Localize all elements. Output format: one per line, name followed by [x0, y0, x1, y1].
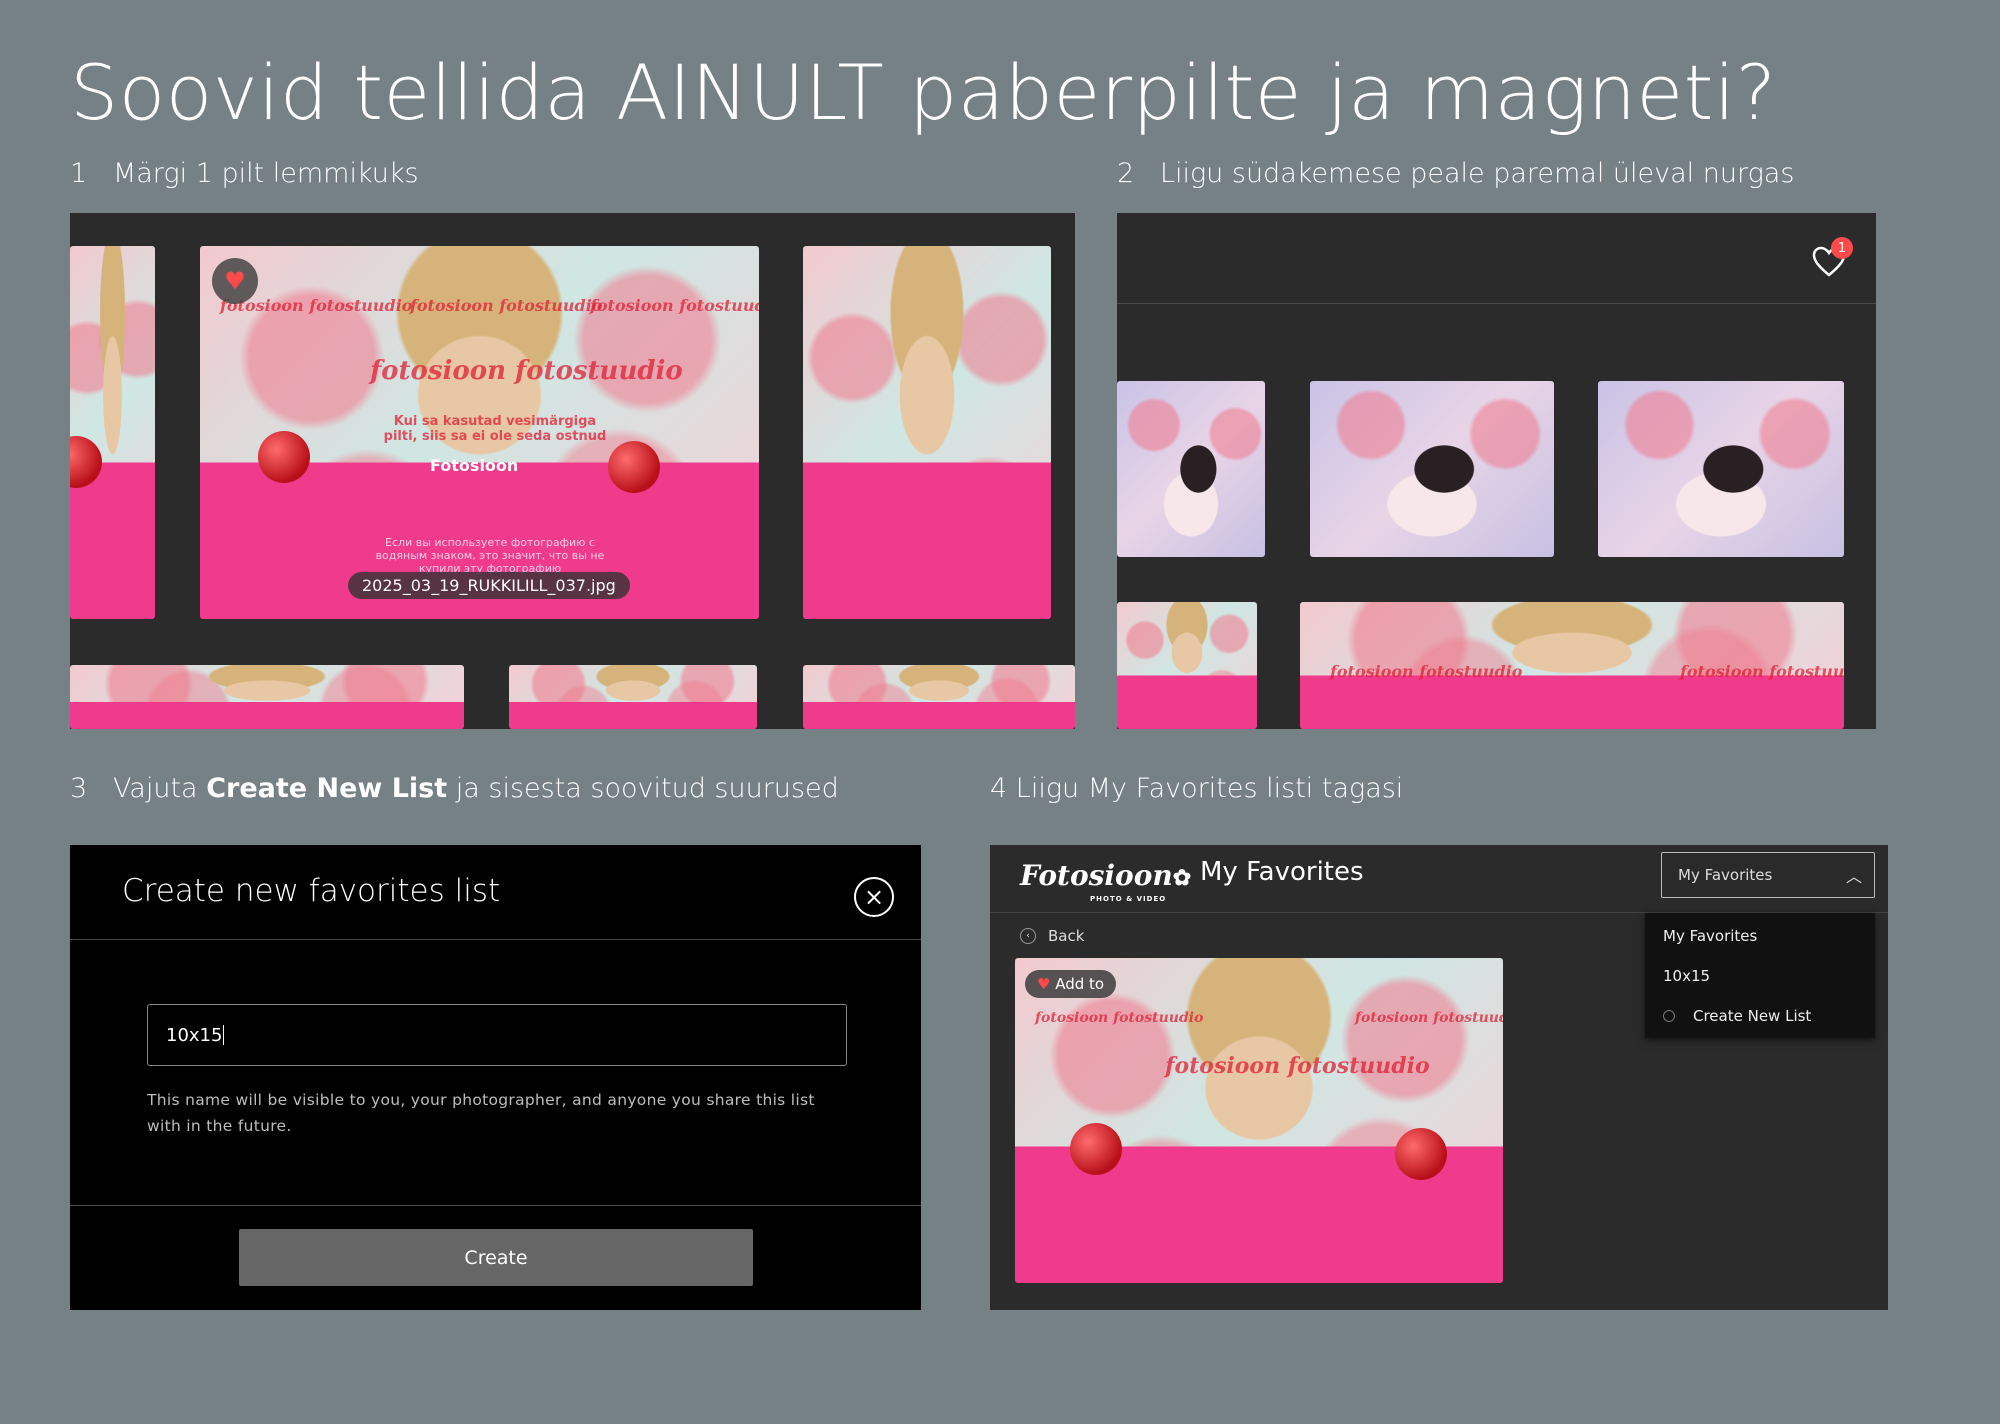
create-list-modal: Create new favorites list × 10x15 This n… [70, 845, 921, 1310]
watermark-text: fotosioon fotostuudio [1680, 662, 1844, 681]
step-text-post: ja sisesta soovitud suurused [447, 773, 839, 804]
favorites-list-dropdown: My Favorites 10x15 Create New List [1645, 913, 1875, 1038]
dropdown-item-my-favorites[interactable]: My Favorites [1663, 927, 1757, 945]
step-text-pre: Vajuta [112, 773, 207, 804]
heart-icon: ♥ [1037, 975, 1051, 993]
add-to-label: Add to [1055, 975, 1105, 993]
dropdown-item-create-new-list[interactable]: Create New List [1663, 1007, 1811, 1025]
apple-decoration [608, 441, 660, 493]
gallery-photo-selected[interactable]: fotosioon fotostuudio fotosioon fotostuu… [200, 246, 759, 619]
apple-decoration [1070, 1123, 1122, 1175]
step-4-label: 4 Liigu My Favorites listi tagasi [990, 773, 1403, 804]
favorites-count-badge: 1 [1831, 237, 1853, 259]
watermark-text: fotosioon fotostuudio [1035, 1010, 1204, 1026]
add-icon [1663, 1010, 1675, 1022]
flower-icon: ✿ [1172, 865, 1192, 891]
back-link[interactable]: ‹ Back [1020, 927, 1084, 945]
gallery-panel-step2: 1 fotosioon fotostuudio fotosioon fotost… [1117, 213, 1876, 729]
brand-logo[interactable]: Fotosioon✿ PHOTO & VIDEO [1020, 859, 1192, 903]
gallery-photo[interactable] [70, 665, 464, 729]
photo-filename: 2025_03_19_RUKKILILL_037.jpg [348, 572, 630, 599]
select-value: My Favorites [1678, 866, 1773, 884]
page-title: Soovid tellida AINULT paberpilte ja magn… [70, 48, 1777, 137]
create-button[interactable]: Create [239, 1229, 753, 1286]
page-heading: My Favorites [1200, 857, 1364, 887]
watermark-notice-ru: Если вы используете фотографию с водяным… [375, 536, 605, 575]
step-number: 2 [1117, 158, 1135, 189]
header-divider [1117, 303, 1876, 304]
gallery-photo[interactable]: fotosioon fotostuudio fotosioon fotostuu… [1300, 602, 1844, 729]
step-text: Märgi 1 pilt lemmikuks [112, 158, 419, 189]
gallery-photo[interactable] [1117, 602, 1257, 729]
step-3-label: 3 Vajuta Create New List ja sisesta soov… [70, 773, 839, 804]
logo-text: Fotosioon [1020, 859, 1173, 892]
step-text-bold: Create New List [206, 773, 448, 804]
modal-divider [70, 1205, 921, 1206]
gallery-photo[interactable] [803, 665, 1075, 729]
favorites-list-select[interactable]: My Favorites ︿ [1661, 852, 1875, 898]
gallery-photo[interactable] [1117, 381, 1265, 557]
gallery-panel-step1: fotosioon fotostuudio fotosioon fotostuu… [70, 213, 1075, 729]
back-arrow-icon: ‹ [1020, 928, 1036, 944]
favorite-heart-icon[interactable]: ♥ [212, 258, 258, 304]
watermark-text-large: fotosioon fotostuudio [1165, 1053, 1430, 1079]
watermark-text: fotosioon fotostuudio [410, 296, 603, 315]
list-name-value: 10x15 [166, 1024, 223, 1046]
step-number: 3 [70, 773, 88, 804]
step-text: Liigu My Favorites listi tagasi [1015, 773, 1404, 804]
gallery-photo[interactable] [70, 246, 155, 619]
help-text: This name will be visible to you, your p… [147, 1091, 815, 1135]
watermark-notice: Kui sa kasutad vesimärgiga pilti, siis s… [383, 414, 607, 444]
chevron-up-icon: ︿ [1845, 867, 1862, 886]
gallery-photo[interactable] [1598, 381, 1844, 557]
favorites-heart-icon[interactable]: 1 [1811, 237, 1853, 277]
logo-subtitle: PHOTO & VIDEO [1090, 895, 1167, 903]
apple-decoration [1395, 1128, 1447, 1180]
step-1-label: 1 Märgi 1 pilt lemmikuks [70, 158, 419, 189]
step-text: Liigu südakemese peale paremal üleval nu… [1159, 158, 1795, 189]
modal-title: Create new favorites list [122, 873, 501, 909]
step-2-label: 2 Liigu südakemese peale paremal üleval … [1117, 158, 1794, 189]
gallery-photo[interactable] [509, 665, 757, 729]
modal-divider [70, 939, 921, 940]
step-number: 4 [990, 773, 1008, 804]
apple-decoration [70, 436, 102, 488]
watermark-text: fotosioon fotostuudio [1355, 1010, 1503, 1026]
list-name-input[interactable]: 10x15 [147, 1004, 847, 1066]
watermark-text: fotosioon fotostuudio [1330, 662, 1523, 681]
back-label: Back [1048, 927, 1085, 945]
gallery-photo[interactable] [1310, 381, 1554, 557]
watermark-text: fotosioon fotostuudio [590, 296, 759, 315]
close-icon[interactable]: × [854, 877, 894, 917]
favorite-photo[interactable]: fotosioon fotostuudio fotosioon fotostuu… [1015, 958, 1503, 1283]
apple-decoration [258, 431, 310, 483]
create-new-list-label: Create New List [1693, 1007, 1812, 1025]
favorites-panel: Fotosioon✿ PHOTO & VIDEO My Favorites My… [990, 845, 1888, 1310]
watermark-brand: Fotosioon [430, 456, 519, 475]
watermark-text-large: fotosioon fotostuudio [370, 356, 683, 386]
step-number: 1 [70, 158, 88, 189]
add-to-button[interactable]: ♥ Add to [1025, 970, 1117, 998]
dropdown-item-10x15[interactable]: 10x15 [1663, 967, 1710, 985]
gallery-photo[interactable] [803, 246, 1051, 619]
